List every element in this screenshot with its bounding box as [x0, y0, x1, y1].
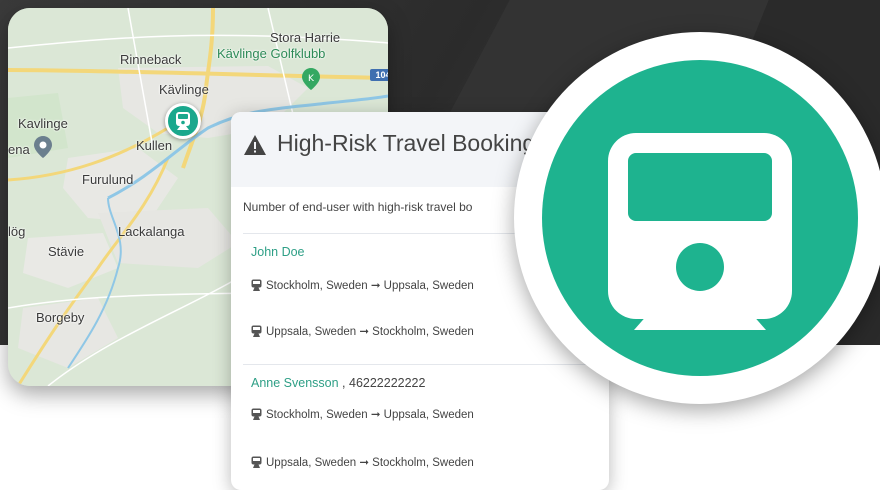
train-badge — [514, 32, 880, 404]
trip-route: Uppsala, Sweden ➞ Stockholm, Sweden — [266, 457, 474, 469]
user-name[interactable]: Anne Svensson — [251, 376, 339, 390]
user-name-link[interactable]: John Doe — [251, 245, 305, 259]
user-name-link[interactable]: Anne Svensson , 46222222222 — [251, 376, 425, 390]
train-location-pin[interactable] — [165, 103, 201, 139]
train-icon — [251, 408, 262, 420]
train-icon — [176, 112, 190, 130]
map-label: Kävlinge — [159, 82, 209, 97]
train-badge-circle — [542, 60, 858, 376]
map-label: Borgeby — [36, 310, 85, 325]
road-number-shield: 104 — [370, 69, 388, 81]
card-title: High-Risk Travel Booking — [277, 130, 536, 156]
card-subtitle: Number of end-user with high-risk travel… — [243, 200, 473, 214]
user-name[interactable]: John Doe — [251, 245, 305, 259]
map-label: ena — [8, 142, 30, 157]
map-label: Kävlinge Golfklubb — [217, 46, 326, 61]
map-label: Furulund — [82, 172, 134, 187]
trip-row: Uppsala, Sweden ➞ Stockholm, Sweden — [251, 455, 474, 469]
place-pin-icon[interactable] — [34, 136, 52, 158]
trip-route: Uppsala, Sweden ➞ Stockholm, Sweden — [266, 326, 474, 338]
train-icon — [251, 456, 262, 468]
warning-triangle-icon — [244, 135, 266, 155]
golf-pin-icon[interactable]: K — [302, 68, 320, 90]
map-label: Rinneback — [120, 52, 182, 67]
trip-route: Stockholm, Sweden ➞ Uppsala, Sweden — [266, 409, 474, 421]
trip-route: Stockholm, Sweden ➞ Uppsala, Sweden — [266, 280, 474, 292]
train-icon — [251, 325, 262, 337]
train-icon — [251, 279, 262, 291]
map-label: Stävie — [48, 244, 85, 259]
map-label: Kullen — [136, 138, 173, 153]
trip-row: Stockholm, Sweden ➞ Uppsala, Sweden — [251, 407, 474, 421]
user-phone: , 46222222222 — [342, 376, 426, 390]
train-icon — [608, 133, 792, 330]
map-label: Lackalanga — [118, 224, 185, 239]
map-label: Kavlinge — [18, 116, 68, 131]
trip-row: Uppsala, Sweden ➞ Stockholm, Sweden — [251, 324, 474, 338]
trip-row: Stockholm, Sweden ➞ Uppsala, Sweden — [251, 278, 474, 292]
map-label: lög — [8, 224, 26, 239]
map-label: Stora Harrie — [270, 30, 341, 45]
